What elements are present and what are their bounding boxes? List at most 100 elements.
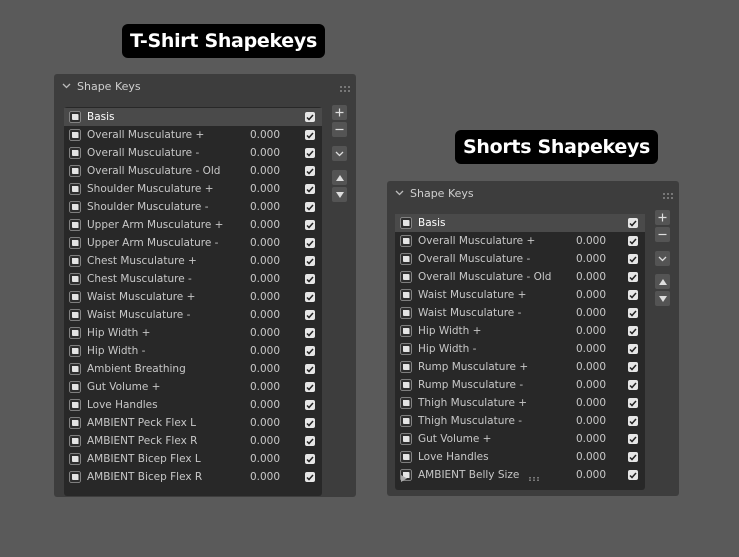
shape-key-name[interactable]: Gut Volume + bbox=[418, 433, 645, 445]
shape-key-row[interactable]: Overall Musculature - Old 0.000 bbox=[64, 162, 322, 180]
shape-key-name[interactable]: Overall Musculature - bbox=[87, 147, 322, 159]
shape-key-name[interactable]: Overall Musculature - Old bbox=[87, 165, 322, 177]
shape-key-name[interactable]: Love Handles bbox=[87, 399, 322, 411]
shape-key-enabled-checkbox[interactable] bbox=[305, 202, 315, 212]
shape-key-name[interactable]: Gut Volume + bbox=[87, 381, 322, 393]
shape-key-enabled-checkbox[interactable] bbox=[305, 130, 315, 140]
chevron-down-icon[interactable] bbox=[61, 81, 71, 91]
shape-key-enabled-checkbox[interactable] bbox=[305, 112, 315, 122]
shape-key-name[interactable]: Ambient Breathing bbox=[87, 363, 322, 375]
shape-key-value[interactable]: 0.000 bbox=[240, 219, 280, 231]
shape-key-row[interactable]: Shoulder Musculature -0.000 bbox=[64, 198, 322, 216]
shape-key-row[interactable]: Love Handles 0.000 bbox=[395, 448, 645, 466]
shape-key-value[interactable]: 0.000 bbox=[566, 343, 606, 355]
shape-key-enabled-checkbox[interactable] bbox=[305, 148, 315, 158]
shape-key-row[interactable]: Overall Musculature +0.000 bbox=[395, 232, 645, 250]
shape-key-enabled-checkbox[interactable] bbox=[628, 326, 638, 336]
shape-key-enabled-checkbox[interactable] bbox=[628, 272, 638, 282]
shape-key-enabled-checkbox[interactable] bbox=[305, 220, 315, 230]
shape-key-enabled-checkbox[interactable] bbox=[628, 380, 638, 390]
shape-key-name[interactable]: AMBIENT Bicep Flex L bbox=[87, 453, 322, 465]
shape-key-value[interactable]: 0.000 bbox=[240, 129, 280, 141]
shape-key-enabled-checkbox[interactable] bbox=[305, 256, 315, 266]
grip-icon[interactable] bbox=[340, 82, 350, 92]
move-up-button[interactable] bbox=[332, 170, 347, 185]
shape-key-name[interactable]: Hip Width - bbox=[87, 345, 322, 357]
shape-key-enabled-checkbox[interactable] bbox=[628, 254, 638, 264]
shape-key-value[interactable]: 0.000 bbox=[240, 399, 280, 411]
shape-key-value[interactable]: 0.000 bbox=[566, 235, 606, 247]
shape-key-value[interactable]: 0.000 bbox=[240, 435, 280, 447]
shape-key-row[interactable]: Upper Arm Musculature +0.000 bbox=[64, 216, 322, 234]
shape-key-value[interactable]: 0.000 bbox=[566, 397, 606, 409]
shape-key-value[interactable]: 0.000 bbox=[566, 325, 606, 337]
remove-shape-key-button[interactable] bbox=[655, 227, 670, 242]
shape-key-name[interactable]: Hip Width - bbox=[418, 343, 645, 355]
shape-key-enabled-checkbox[interactable] bbox=[305, 346, 315, 356]
shape-key-row[interactable]: Love Handles 0.000 bbox=[64, 396, 322, 414]
shape-key-enabled-checkbox[interactable] bbox=[305, 418, 315, 428]
shape-key-enabled-checkbox[interactable] bbox=[305, 166, 315, 176]
shape-key-row[interactable]: Gut Volume +0.000 bbox=[64, 378, 322, 396]
shape-key-name[interactable]: AMBIENT Bicep Flex R bbox=[87, 471, 322, 483]
shape-key-enabled-checkbox[interactable] bbox=[305, 328, 315, 338]
shape-key-specials-button[interactable] bbox=[655, 251, 670, 266]
shape-key-row[interactable]: Waist Musculature -0.000 bbox=[395, 304, 645, 322]
shape-key-value[interactable]: 0.000 bbox=[240, 165, 280, 177]
shape-key-enabled-checkbox[interactable] bbox=[628, 290, 638, 300]
move-up-button[interactable] bbox=[655, 274, 670, 289]
shape-key-enabled-checkbox[interactable] bbox=[305, 292, 315, 302]
shape-key-value[interactable]: 0.000 bbox=[566, 379, 606, 391]
shape-key-row[interactable]: Hip Width +0.000 bbox=[64, 324, 322, 342]
shape-key-row[interactable]: Basis bbox=[64, 108, 322, 126]
shape-key-name[interactable]: Basis bbox=[87, 111, 322, 123]
shape-key-enabled-checkbox[interactable] bbox=[628, 218, 638, 228]
shape-key-name[interactable]: Upper Arm Musculature - bbox=[87, 237, 322, 249]
resize-handle-icon[interactable] bbox=[529, 466, 539, 485]
shape-key-value[interactable]: 0.000 bbox=[240, 147, 280, 159]
shape-key-enabled-checkbox[interactable] bbox=[628, 452, 638, 462]
shape-key-name[interactable]: Chest Musculature - bbox=[87, 273, 322, 285]
shape-key-enabled-checkbox[interactable] bbox=[305, 184, 315, 194]
shape-key-row[interactable]: Hip Width -0.000 bbox=[64, 342, 322, 360]
shape-key-enabled-checkbox[interactable] bbox=[305, 472, 315, 482]
shape-key-name[interactable]: Shoulder Musculature + bbox=[87, 183, 322, 195]
shape-key-value[interactable]: 0.000 bbox=[240, 291, 280, 303]
shape-key-name[interactable]: Chest Musculature + bbox=[87, 255, 322, 267]
shape-key-row[interactable]: Rump Musculature -0.000 bbox=[395, 376, 645, 394]
shape-key-enabled-checkbox[interactable] bbox=[305, 238, 315, 248]
shape-key-row[interactable]: AMBIENT Peck Flex L 0.000 bbox=[64, 414, 322, 432]
shape-key-row[interactable]: AMBIENT Bicep Flex R 0.000 bbox=[64, 468, 322, 486]
shape-key-value[interactable]: 0.000 bbox=[566, 451, 606, 463]
shape-key-enabled-checkbox[interactable] bbox=[628, 308, 638, 318]
shape-key-value[interactable]: 0.000 bbox=[240, 183, 280, 195]
shape-key-name[interactable]: Rump Musculature - bbox=[418, 379, 645, 391]
shape-key-value[interactable]: 0.000 bbox=[566, 469, 606, 481]
shape-key-row[interactable]: Overall Musculature - Old 0.000 bbox=[395, 268, 645, 286]
shape-key-name[interactable]: Hip Width + bbox=[418, 325, 645, 337]
shape-key-name[interactable]: Love Handles bbox=[418, 451, 645, 463]
add-shape-key-button[interactable] bbox=[655, 210, 670, 225]
shape-key-row[interactable]: Ambient Breathing 0.000 bbox=[64, 360, 322, 378]
shape-key-row[interactable]: Waist Musculature -0.000 bbox=[64, 306, 322, 324]
panel-header[interactable]: Shape Keys bbox=[54, 74, 356, 98]
shape-key-value[interactable]: 0.000 bbox=[566, 433, 606, 445]
shape-key-enabled-checkbox[interactable] bbox=[628, 398, 638, 408]
shape-key-value[interactable]: 0.000 bbox=[566, 307, 606, 319]
shape-key-enabled-checkbox[interactable] bbox=[628, 434, 638, 444]
shape-key-name[interactable]: Upper Arm Musculature + bbox=[87, 219, 322, 231]
shape-key-row[interactable]: Overall Musculature -0.000 bbox=[395, 250, 645, 268]
shape-key-specials-button[interactable] bbox=[332, 146, 347, 161]
shape-key-value[interactable]: 0.000 bbox=[566, 361, 606, 373]
shape-key-row[interactable]: Hip Width -0.000 bbox=[395, 340, 645, 358]
shape-key-enabled-checkbox[interactable] bbox=[628, 344, 638, 354]
shape-key-name[interactable]: Waist Musculature + bbox=[418, 289, 645, 301]
shape-key-name[interactable]: Overall Musculature - bbox=[418, 253, 645, 265]
shape-key-value[interactable]: 0.000 bbox=[240, 201, 280, 213]
shape-key-name[interactable]: Waist Musculature + bbox=[87, 291, 322, 303]
shape-key-row[interactable]: Overall Musculature -0.000 bbox=[64, 144, 322, 162]
shape-key-enabled-checkbox[interactable] bbox=[628, 416, 638, 426]
panel-header[interactable]: Shape Keys bbox=[387, 181, 679, 205]
shape-key-value[interactable]: 0.000 bbox=[240, 381, 280, 393]
shape-key-row[interactable]: Chest Musculature +0.000 bbox=[64, 252, 322, 270]
